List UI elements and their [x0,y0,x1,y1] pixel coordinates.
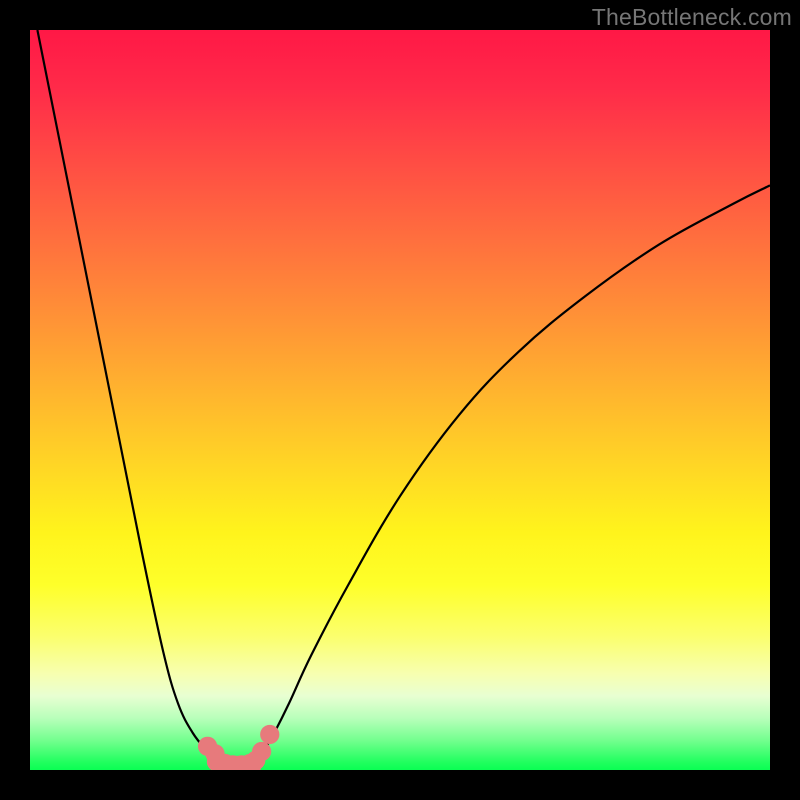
data-marker [252,742,271,761]
chart-svg [30,30,770,770]
curve-right [237,185,770,767]
plot-area [30,30,770,770]
data-markers [198,725,279,770]
chart-frame: TheBottleneck.com [0,0,800,800]
curve-left [37,30,237,768]
data-marker [260,725,279,744]
watermark-text: TheBottleneck.com [592,4,792,31]
